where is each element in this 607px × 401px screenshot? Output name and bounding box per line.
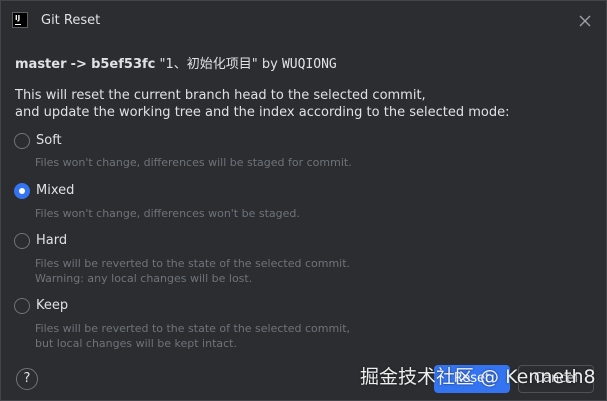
radio-button-selected[interactable] (14, 183, 30, 199)
description-line-2: and update the working tree and the inde… (15, 105, 510, 120)
intellij-idea-icon: IJ (12, 12, 28, 28)
branch-name: master (15, 57, 67, 72)
hint-line: Files won't change, differences will be … (35, 156, 352, 169)
arrow-text: -> (70, 57, 87, 72)
cancel-button[interactable]: Cancel (518, 365, 594, 393)
mode-keep-hint: Files will be reverted to the state of t… (35, 321, 350, 351)
by-text: by (261, 57, 278, 72)
radio-button[interactable] (14, 298, 30, 314)
reset-description: This will reset the current branch head … (15, 87, 509, 121)
commit-author: WUQIONG (281, 57, 337, 72)
hint-line: Files will be reverted to the state of t… (35, 257, 351, 270)
mode-soft-hint: Files won't change, differences will be … (35, 155, 352, 170)
mode-mixed-hint: Files won't change, differences won't be… (35, 206, 300, 221)
mode-label: Hard (36, 233, 68, 248)
hint-line: Files will be reverted to the state of t… (35, 322, 351, 335)
hint-line: Warning: any local changes will be lost. (35, 272, 253, 285)
commit-summary: master -> b5ef53fc "1、初始化项目" by WUQIONG (15, 57, 337, 73)
commit-message: "1、初始化项目" (159, 57, 258, 72)
help-button[interactable]: ? (16, 368, 38, 390)
hint-line: Files won't change, differences won't be… (35, 207, 300, 220)
radio-button[interactable] (14, 233, 30, 249)
mode-label: Keep (36, 298, 69, 313)
close-icon[interactable] (575, 11, 595, 31)
description-line-1: This will reset the current branch head … (15, 88, 426, 103)
title-bar: IJ Git Reset (1, 1, 606, 41)
mode-label: Mixed (36, 183, 75, 198)
radio-button[interactable] (14, 133, 30, 149)
reset-button[interactable]: Reset (434, 365, 510, 393)
commit-hash: b5ef53fc (91, 57, 156, 72)
git-reset-dialog: IJ Git Reset master -> b5ef53fc "1、初始化项目… (0, 0, 607, 401)
dialog-title: Git Reset (41, 13, 101, 28)
mode-label: Soft (36, 133, 62, 148)
hint-line: but local changes will be kept intact. (35, 337, 237, 350)
mode-hard-hint: Files will be reverted to the state of t… (35, 256, 350, 286)
